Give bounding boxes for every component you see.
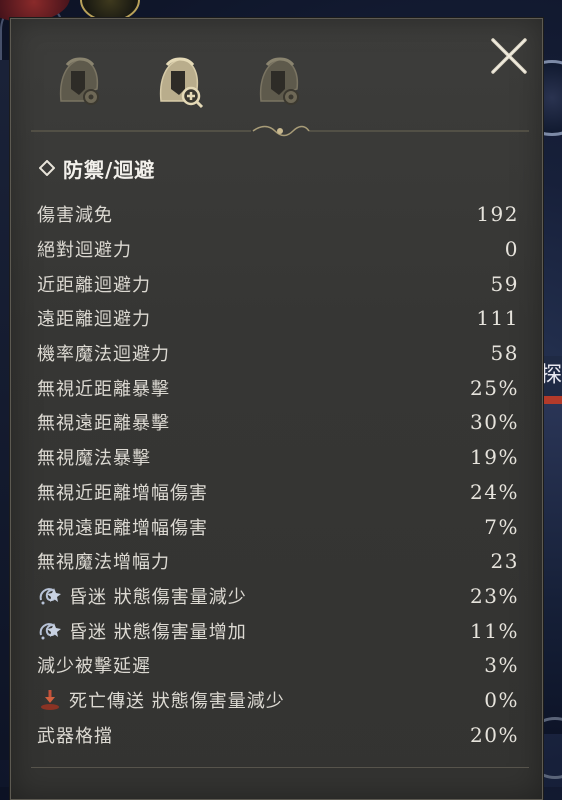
stat-row: 無視近距離增幅傷害 24%	[37, 475, 519, 510]
stat-value: 192	[476, 202, 519, 227]
stat-value: 25%	[470, 375, 519, 400]
helmet-gear-icon	[59, 57, 99, 105]
stat-row: 遠距離迴避力 111	[37, 301, 519, 336]
stat-row: 昏迷 狀態傷害量減少 23%	[37, 579, 519, 614]
stat-row: 無視魔法暴擊 19%	[37, 440, 519, 475]
stat-row: 無視魔法增幅力 23	[37, 544, 519, 579]
stat-row: 死亡傳送 狀態傷害量減少 0%	[37, 683, 519, 718]
stat-value: 11%	[470, 618, 519, 643]
stat-label: 減少被擊延遲	[37, 656, 151, 678]
stat-label: 無視遠距離增幅傷害	[37, 517, 208, 539]
stat-label: 絕對迴避力	[37, 240, 132, 262]
stun-icon	[37, 619, 63, 643]
stat-row: 無視近距離暴擊 25%	[37, 370, 519, 405]
stat-value: 23	[490, 549, 519, 574]
stat-value: 30%	[470, 410, 519, 435]
stat-value: 58	[490, 341, 519, 366]
stun-icon	[37, 584, 63, 608]
tab-helmet-gear-2[interactable]	[251, 51, 307, 111]
section-title: 防禦/迴避	[63, 157, 156, 182]
stat-label: 昏迷 狀態傷害量減少	[69, 586, 247, 608]
stats-panel: 防禦/迴避 傷害減免 192 絕對迴避力 0 近距離迴避力 59 遠距離迴避力 …	[10, 18, 543, 800]
stat-label: 無視近距離增幅傷害	[37, 482, 208, 504]
stat-label: 無視魔法增幅力	[37, 552, 170, 574]
tab-helmet-zoom[interactable]	[151, 51, 207, 111]
stat-row: 減少被擊延遲 3%	[37, 648, 519, 683]
stat-value: 20%	[470, 722, 519, 747]
background-red-bar	[540, 396, 562, 404]
stat-row: 絕對迴避力 0	[37, 232, 519, 267]
stat-row: 機率魔法迴避力 58	[37, 336, 519, 371]
stat-row: 無視遠距離增幅傷害 7%	[37, 509, 519, 544]
stat-value: 0%	[484, 687, 519, 712]
background-left-strip	[0, 60, 10, 760]
helmet-gear-icon	[259, 57, 299, 105]
stat-label: 無視近距離暴擊	[37, 378, 170, 400]
close-button[interactable]	[487, 34, 531, 78]
stat-label: 無視遠距離暴擊	[37, 413, 170, 435]
stat-row: 近距離迴避力 59	[37, 266, 519, 301]
stat-label: 近距離迴避力	[37, 274, 151, 296]
close-icon	[491, 38, 527, 74]
stat-value: 23%	[470, 583, 519, 608]
background-panel	[540, 404, 562, 734]
stat-value: 59	[490, 271, 519, 296]
section-header: 防禦/迴避	[39, 153, 155, 183]
stat-label: 傷害減免	[37, 205, 113, 227]
ornament-divider	[31, 123, 529, 137]
helmet-zoom-icon	[159, 57, 204, 109]
stat-value: 19%	[470, 445, 519, 470]
stats-list: 傷害減免 192 絕對迴避力 0 近距離迴避力 59 遠距離迴避力 111 機率…	[37, 197, 519, 752]
tab-helmet-gear-1[interactable]	[51, 51, 107, 111]
stat-row: 無視遠距離暴擊 30%	[37, 405, 519, 440]
stat-value: 7%	[484, 514, 519, 539]
stat-value: 3%	[484, 653, 519, 678]
death-teleport-icon	[37, 688, 63, 712]
stat-label: 昏迷 狀態傷害量增加	[69, 621, 247, 643]
bottom-divider	[31, 767, 529, 768]
diamond-icon	[39, 160, 55, 176]
background-label: 探	[540, 356, 562, 396]
stat-value: 111	[476, 306, 519, 331]
stat-row: 昏迷 狀態傷害量增加 11%	[37, 613, 519, 648]
stat-label: 遠距離迴避力	[37, 309, 151, 331]
stat-row: 武器格擋 20%	[37, 717, 519, 752]
stat-label: 無視魔法暴擊	[37, 448, 151, 470]
stat-label: 死亡傳送 狀態傷害量減少	[69, 690, 285, 712]
stat-value: 0	[504, 237, 519, 262]
stat-label: 機率魔法迴避力	[37, 344, 170, 366]
stat-row: 傷害減免 192	[37, 197, 519, 232]
stat-value: 24%	[470, 479, 519, 504]
stat-label: 武器格擋	[37, 725, 113, 747]
